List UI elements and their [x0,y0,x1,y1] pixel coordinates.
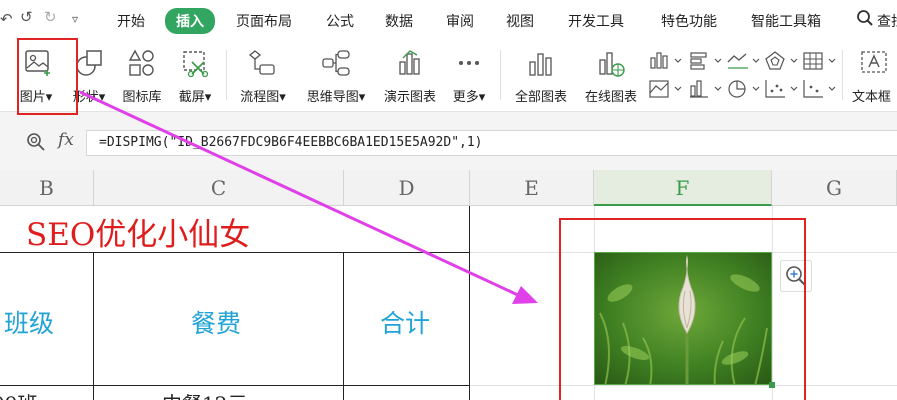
flowchart-label: 流程图 [240,90,280,105]
demo-chart-label: 演示图表 [383,90,436,105]
header-class-cell[interactable]: 班级 [4,304,54,340]
screenshot-icon [183,51,209,78]
zoom-icon[interactable] [26,132,46,152]
menu-special-features[interactable]: 特色功能 [661,11,717,31]
menu-smart-toolbox[interactable]: 智能工具箱 [751,11,821,31]
flowchart-button[interactable]: 流程图▾ [234,44,292,105]
mindmap-button[interactable]: 思维导图▾ [300,44,372,105]
ribbon-divider [226,50,227,100]
sheet-title-cell[interactable]: SEO优化小仙女 [26,209,250,254]
combo-chart-icon [803,80,836,98]
formula-input[interactable]: =DISPIMG("ID_B2667FDC9B6F4EEBBC6BA1ED15E… [86,130,897,156]
menu-home[interactable]: 开始 [117,11,145,31]
row-class-cell[interactable]: 09班 [0,388,37,400]
redo-icon[interactable]: ↻ [44,8,57,26]
search-icon[interactable] [856,9,874,27]
online-charts-button[interactable]: 在线图表 [578,44,644,105]
cell-highlight-box [559,218,806,400]
online-chart-icon [599,52,625,77]
column-header-e[interactable]: E [470,170,594,206]
icon-library-label: 图标库 [122,90,162,105]
screenshot-label: 截屏 [178,90,205,105]
combo-chart-type[interactable] [802,78,846,100]
online-charts-label: 在线图表 [584,90,637,105]
icon-library-button[interactable]: 图标库 [116,44,168,105]
column-header-f[interactable]: F [594,170,772,206]
menu-bar: ↶ ↺ ↻ ▿ 开始 插入 页面布局 公式 数据 审阅 视图 开发工具 特色功能… [0,0,897,40]
undo-icon[interactable]: ↶ [0,10,13,28]
table-chart-type[interactable] [802,50,846,72]
ribbon-divider [842,50,843,100]
column-header-b[interactable]: B [0,170,94,206]
grid-chart-icon [803,52,836,70]
menu-formulas[interactable]: 公式 [326,11,354,31]
menu-view[interactable]: 视图 [506,11,534,31]
textbox-icon [860,51,887,73]
menu-developer[interactable]: 开发工具 [568,11,624,31]
picture-highlight-box [17,38,78,115]
menu-data[interactable]: 数据 [385,11,413,31]
more-icon [459,61,479,65]
menu-find[interactable]: 查找 [877,11,897,31]
icon-library-icon [128,49,154,76]
header-meal-cell[interactable]: 餐费 [191,304,241,340]
textbox-label: 文本框 [852,90,892,105]
bar-chart-icon [529,53,552,76]
menu-review[interactable]: 审阅 [446,11,474,31]
table-border [93,252,94,400]
table-border [469,206,470,400]
flowchart-icon [248,50,275,75]
column-header-d[interactable]: D [344,170,470,206]
column-header-c[interactable]: C [94,170,344,206]
ribbon-divider [500,50,501,100]
menu-page-layout[interactable]: 页面布局 [236,11,292,31]
undo-history-icon[interactable]: ↺ [20,8,33,26]
demo-chart-icon [399,50,420,75]
area-chart-icon [649,80,682,98]
textbox-button[interactable]: 文本框 [850,44,897,105]
insert-function-label[interactable]: fx [58,130,74,150]
row-meal-cell[interactable]: 中餐12元 [162,388,247,400]
more-button[interactable]: 更多▾ [446,44,492,105]
table-border [343,252,344,400]
all-charts-button[interactable]: 全部图表 [508,44,574,105]
header-total-cell[interactable]: 合计 [380,304,430,340]
column-chart-icon [650,52,682,69]
demo-chart-button[interactable]: 演示图表 [380,44,440,105]
screenshot-button[interactable]: 截屏▾ [172,44,218,105]
more-label: 更多 [452,90,479,105]
column-header-g[interactable]: G [772,170,897,206]
all-charts-label: 全部图表 [514,90,567,105]
mindmap-label: 思维导图 [306,90,359,105]
menu-insert[interactable]: 插入 [165,8,215,34]
formula-text: =DISPIMG("ID_B2667FDC9B6F4EEBBC6BA1ED15E… [99,135,483,150]
table-border [0,385,470,386]
formula-bar: fx =DISPIMG("ID_B2667FDC9B6F4EEBBC6BA1ED… [0,112,897,170]
ribbon-insert: 图片▾ 形状▾ 图标库 截屏▾ 流程图▾ 思维导图▾ 演示图表 更多▾ 全部图表… [0,40,897,112]
mindmap-icon [322,50,350,76]
shape-icon [76,50,102,76]
area-chart-type[interactable] [648,78,692,100]
column-chart-type[interactable] [648,50,692,72]
customize-toolbar-icon[interactable]: ▿ [72,12,78,26]
